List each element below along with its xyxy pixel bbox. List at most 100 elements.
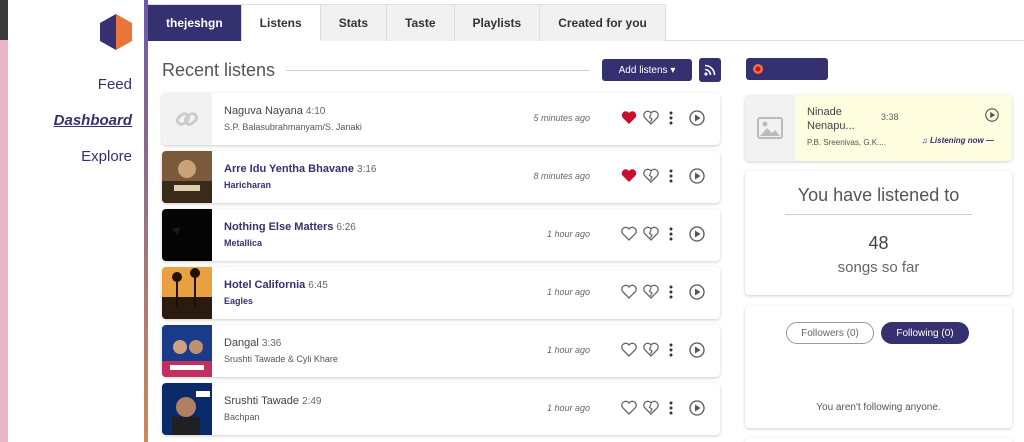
listenbrainz-logo-icon[interactable]	[100, 14, 132, 50]
track-duration: 4:10	[305, 106, 326, 117]
tab-stats[interactable]: Stats	[320, 4, 388, 41]
listened-at: 5 minutes ago	[533, 113, 590, 123]
follow-card: Followers (0) Following (0) You aren't f…	[745, 306, 1012, 428]
love-heart-icon[interactable]	[620, 341, 638, 359]
track-name[interactable]: Arre Idu Yentha Bhavane	[224, 163, 354, 175]
track-duration: 6:45	[308, 280, 328, 291]
followers-tab[interactable]: Followers (0)	[786, 322, 874, 344]
love-heart-icon[interactable]	[620, 167, 638, 185]
listen-count-card: You have listened to 48 songs so far	[745, 171, 1012, 295]
hate-broken-heart-icon[interactable]	[642, 167, 660, 185]
listen-count-title: You have listened to	[797, 185, 960, 205]
track-duration: 2:49	[302, 396, 322, 407]
tab-playlists[interactable]: Playlists	[454, 4, 541, 41]
cover-art[interactable]	[162, 383, 212, 435]
more-options-icon[interactable]	[662, 109, 680, 127]
cover-art[interactable]	[162, 325, 212, 377]
cover-art[interactable]	[162, 267, 212, 319]
next-card-edge	[745, 438, 1012, 442]
track-name[interactable]: Nothing Else Matters	[224, 221, 333, 233]
artist-name[interactable]: Srushti Tawade & Cyli Khare	[224, 354, 338, 364]
window-edge	[0, 40, 8, 442]
tab-username[interactable]: thejeshgn	[148, 4, 242, 41]
track-line: Dangal 3:36	[224, 337, 281, 349]
listen-count: 48	[868, 233, 889, 253]
love-heart-icon[interactable]	[620, 283, 638, 301]
nav-dashboard[interactable]: Dashboard	[54, 112, 132, 129]
track-line: Hotel California 6:45	[224, 279, 328, 291]
artist-name[interactable]: Haricharan	[224, 180, 271, 190]
artist-name[interactable]: Bachpan	[224, 412, 260, 422]
window-edge-dark	[0, 0, 8, 40]
play-icon[interactable]	[688, 109, 706, 127]
more-options-icon[interactable]	[662, 225, 680, 243]
nav-explore[interactable]: Explore	[81, 148, 132, 165]
stats-rule	[785, 214, 972, 215]
track-name[interactable]: Hotel California	[224, 279, 305, 291]
artist-name[interactable]: Eagles	[224, 296, 253, 306]
listen-count-subtitle: songs so far	[837, 259, 920, 276]
play-icon[interactable]	[688, 225, 706, 243]
artist-name[interactable]: S.P. Balasubrahmanyam/S. Janaki	[224, 122, 362, 132]
following-tab[interactable]: Following (0)	[881, 322, 969, 344]
track-name[interactable]: Srushti Tawade	[224, 395, 299, 407]
love-heart-icon[interactable]	[620, 225, 638, 243]
main-content: Recent listens Add listens ▾ Naguva Naya…	[148, 42, 1024, 442]
listens-list: Naguva Nayana 4:10 S.P. Balasubrahmanyam/…	[162, 93, 720, 441]
hate-broken-heart-icon[interactable]	[642, 399, 660, 417]
hate-broken-heart-icon[interactable]	[642, 341, 660, 359]
love-heart-icon[interactable]	[620, 399, 638, 417]
link-icon	[175, 112, 199, 126]
profile-tabs: thejeshgn Listens Stats Taste Playlists …	[148, 4, 1024, 41]
listened-at: 1 hour ago	[546, 345, 590, 355]
listening-now-status: ♫ Listening now —	[921, 136, 994, 145]
rss-feed-button[interactable]	[699, 58, 721, 82]
play-icon[interactable]	[688, 283, 706, 301]
now-playing-artist[interactable]: P.B. Sreenivas, G.K....	[807, 138, 886, 147]
tab-filler	[665, 4, 1024, 40]
more-options-icon[interactable]	[662, 167, 680, 185]
rss-icon	[704, 64, 716, 76]
track-duration: 3:16	[357, 164, 377, 175]
listen-card[interactable]: Arre Idu Yentha Bhavane 3:16 Haricharan 8…	[162, 151, 720, 203]
tab-taste[interactable]: Taste	[387, 4, 455, 41]
now-playing-duration: 3:38	[881, 112, 899, 122]
love-heart-icon[interactable]	[620, 109, 638, 127]
play-icon[interactable]	[688, 399, 706, 417]
hate-broken-heart-icon[interactable]	[642, 283, 660, 301]
nav-feed[interactable]: Feed	[98, 76, 132, 93]
play-icon[interactable]	[688, 167, 706, 185]
track-line: Srushti Tawade 2:49	[224, 395, 321, 407]
more-options-icon[interactable]	[662, 283, 680, 301]
track-duration: 3:36	[261, 338, 282, 349]
listen-card[interactable]: Nothing Else Matters 6:26 Metallica 1 hou…	[162, 209, 720, 261]
brand-badge-icon	[753, 64, 763, 74]
listen-card[interactable]: Dangal 3:36 Srushti Tawade & Cyli Khare 1…	[162, 325, 720, 377]
track-line: Nothing Else Matters 6:26	[224, 221, 356, 233]
track-name[interactable]: Dangal	[224, 337, 259, 349]
now-playing-track[interactable]: Ninade Nenapu...	[807, 105, 877, 133]
play-icon[interactable]	[984, 107, 1000, 123]
artist-name[interactable]: Metallica	[224, 238, 262, 248]
listen-card[interactable]: Srushti Tawade 2:49 Bachpan 1 hour ago	[162, 383, 720, 435]
more-options-icon[interactable]	[662, 399, 680, 417]
listen-card[interactable]: Hotel California 6:45 Eagles 1 hour ago	[162, 267, 720, 319]
more-options-icon[interactable]	[662, 341, 680, 359]
spotify-connect-button[interactable]	[746, 58, 828, 80]
track-duration: 6:26	[336, 222, 356, 233]
add-listens-button[interactable]: Add listens ▾	[602, 59, 692, 81]
listened-at: 1 hour ago	[546, 229, 590, 239]
image-placeholder-icon	[757, 117, 783, 139]
hate-broken-heart-icon[interactable]	[642, 225, 660, 243]
listen-card[interactable]: Naguva Nayana 4:10 S.P. Balasubrahmanyam/…	[162, 93, 720, 145]
now-playing-card[interactable]: Ninade Nenapu... 3:38 P.B. Sreenivas, G.…	[745, 95, 1012, 161]
cover-art[interactable]	[162, 209, 212, 261]
tab-created-for-you[interactable]: Created for you	[540, 4, 666, 41]
cover-art-placeholder	[162, 93, 212, 145]
track-name[interactable]: Naguva Nayana	[224, 105, 303, 117]
hate-broken-heart-icon[interactable]	[642, 109, 660, 127]
recent-listens-title: Recent listens	[162, 60, 276, 80]
cover-art[interactable]	[162, 151, 212, 203]
tab-listens[interactable]: Listens	[241, 4, 321, 41]
play-icon[interactable]	[688, 341, 706, 359]
